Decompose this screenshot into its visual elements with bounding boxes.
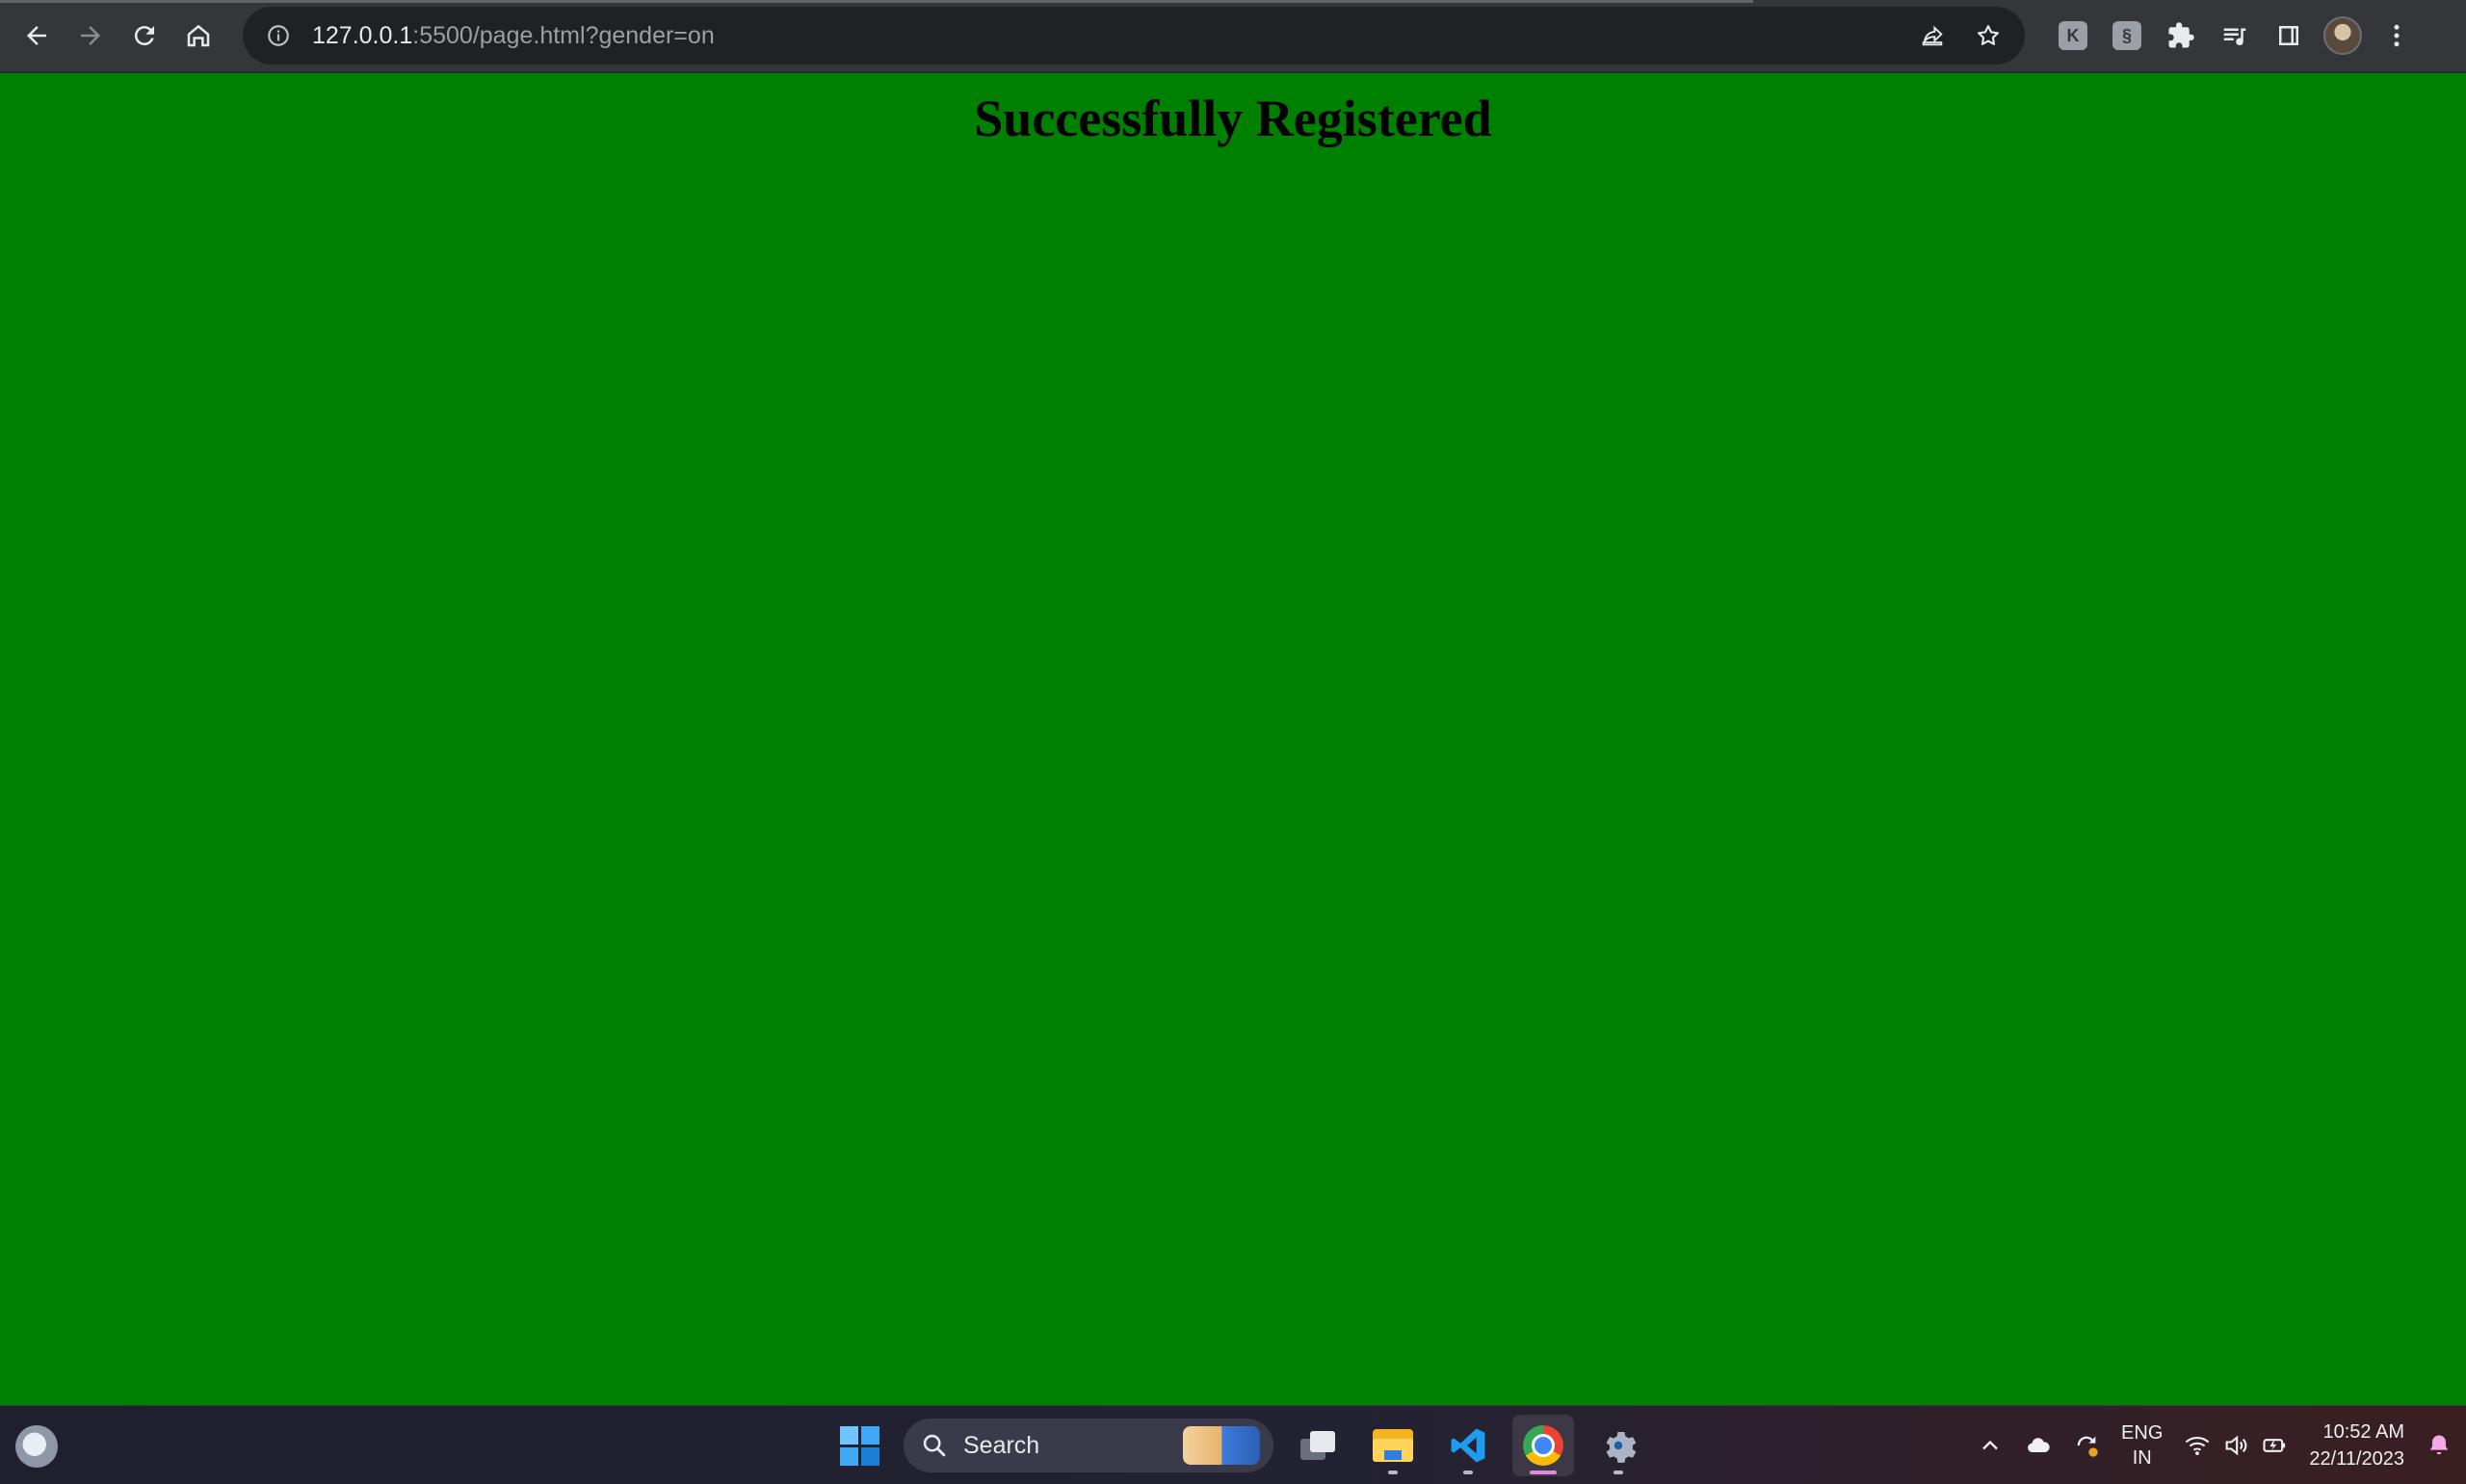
active-indicator xyxy=(1530,1471,1557,1474)
taskbar-search[interactable]: Search xyxy=(904,1419,1273,1472)
task-view-icon xyxy=(1300,1431,1335,1460)
taskbar-apps: Search xyxy=(828,1406,1649,1484)
chrome-button[interactable] xyxy=(1512,1415,1574,1476)
side-panel-icon xyxy=(2279,26,2298,45)
search-label: Search xyxy=(963,1431,1040,1459)
reload-icon xyxy=(134,26,154,46)
browser-menu-button[interactable] xyxy=(2372,11,2422,61)
quick-settings[interactable] xyxy=(2184,1432,2288,1459)
windows-taskbar: Search ENG IN 10:52 AM 22/11/2023 xyxy=(0,1405,2466,1484)
playlist-icon xyxy=(2223,28,2246,46)
system-tray: ENG IN 10:52 AM 22/11/2023 xyxy=(1977,1406,2453,1484)
site-info-button[interactable] xyxy=(262,19,295,52)
gear-icon xyxy=(1606,1432,1637,1463)
weather-widget-icon[interactable] xyxy=(15,1425,58,1468)
reload-button[interactable] xyxy=(119,11,170,61)
start-button[interactable] xyxy=(828,1415,890,1476)
extension-2-button[interactable]: § xyxy=(2102,11,2152,61)
windows-logo-icon xyxy=(839,1425,879,1466)
url-text[interactable]: 127.0.0.1:5500/page.html?gender=on xyxy=(312,22,715,50)
share-button[interactable] xyxy=(1909,13,1955,59)
vscode-button[interactable] xyxy=(1437,1415,1499,1476)
puzzle-icon xyxy=(2168,22,2194,48)
sync-icon[interactable] xyxy=(2073,1432,2100,1459)
settings-button[interactable] xyxy=(1587,1415,1649,1476)
vscode-icon xyxy=(1451,1428,1485,1463)
arrow-right-icon xyxy=(81,26,100,45)
search-highlight-icon xyxy=(1183,1426,1260,1465)
address-bar[interactable]: 127.0.0.1:5500/page.html?gender=on xyxy=(243,7,2025,65)
info-icon xyxy=(268,25,289,46)
clock-date: 22/11/2023 xyxy=(2309,1448,2404,1470)
browser-toolbar: 127.0.0.1:5500/page.html?gender=on K § xyxy=(0,0,2466,73)
language-code: ENG xyxy=(2121,1422,2164,1444)
file-explorer-button[interactable] xyxy=(1362,1415,1424,1476)
clock-time: 10:52 AM xyxy=(2322,1421,2404,1443)
running-indicator xyxy=(1388,1471,1398,1474)
wifi-icon xyxy=(2186,1436,2210,1456)
url-host: 127.0.0.1 xyxy=(312,21,413,49)
extension-1-button[interactable]: K xyxy=(2048,11,2098,61)
extension-k-icon: K xyxy=(2059,21,2087,50)
back-button[interactable] xyxy=(12,11,62,61)
chrome-icon xyxy=(1523,1425,1563,1466)
volume-icon xyxy=(2225,1435,2247,1456)
navigation-buttons xyxy=(12,11,223,61)
home-icon xyxy=(187,24,210,47)
chevron-up-icon[interactable] xyxy=(1977,1432,2004,1459)
share-icon xyxy=(1922,25,1943,46)
profile-button[interactable] xyxy=(2318,11,2368,61)
kebab-menu-icon xyxy=(2394,24,2400,47)
running-indicator xyxy=(1463,1471,1473,1474)
page-heading: Successfully Registered xyxy=(974,90,1492,147)
arrow-left-icon xyxy=(27,26,46,45)
language-indicator[interactable]: ENG IN xyxy=(2121,1420,2163,1471)
home-button[interactable] xyxy=(173,11,223,61)
extensions-area: K § xyxy=(2048,11,2422,61)
clock[interactable]: 10:52 AM 22/11/2023 xyxy=(2309,1419,2404,1472)
url-path: :5500/page.html?gender=on xyxy=(412,21,715,49)
bookmark-button[interactable] xyxy=(1965,13,2011,59)
forward-button[interactable] xyxy=(66,11,116,61)
onedrive-cloud-icon[interactable] xyxy=(2025,1432,2052,1459)
avatar xyxy=(2323,16,2362,55)
media-controls-button[interactable] xyxy=(2210,11,2260,61)
extension-shield-icon: § xyxy=(2112,21,2141,50)
folder-icon xyxy=(1373,1429,1413,1462)
address-bar-actions xyxy=(1909,13,2011,59)
battery-icon xyxy=(2263,1439,2286,1452)
notification-bell-icon[interactable] xyxy=(2426,1432,2453,1459)
extensions-button[interactable] xyxy=(2156,11,2206,61)
star-icon xyxy=(1978,25,1999,45)
side-panel-button[interactable] xyxy=(2264,11,2314,61)
search-icon xyxy=(923,1434,946,1457)
running-indicator xyxy=(1613,1471,1623,1474)
region-code: IN xyxy=(2132,1447,2152,1469)
task-view-button[interactable] xyxy=(1287,1415,1349,1476)
